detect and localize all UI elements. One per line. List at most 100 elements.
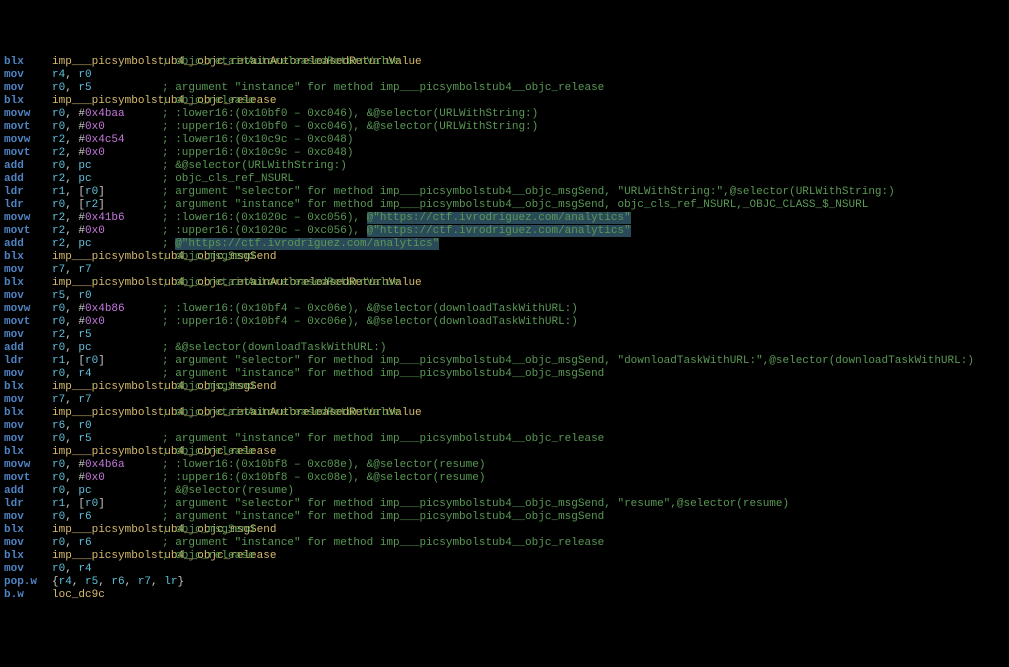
- disasm-line[interactable]: movr6, r0: [4, 420, 1005, 433]
- mnemonic: add: [4, 485, 52, 498]
- mnemonic: mov: [4, 82, 52, 95]
- register: r0: [52, 459, 65, 471]
- mnemonic: mov: [4, 511, 52, 524]
- disasm-line[interactable]: movr7, r7: [4, 264, 1005, 277]
- disasm-line[interactable]: movr0, r4: [4, 563, 1005, 576]
- operands: imp___picsymbolstub4__objc_release: [52, 95, 162, 108]
- comment: ; :lower16:(0x10c9c – 0xc048): [162, 134, 353, 146]
- disasm-line[interactable]: movr0, r5; argument "instance" for metho…: [4, 433, 1005, 446]
- operands: imp___picsymbolstub4__objc_retainAutorel…: [52, 56, 162, 69]
- disasm-line[interactable]: blximp___picsymbolstub4__objc_retainAuto…: [4, 407, 1005, 420]
- punct: , [: [65, 186, 85, 198]
- number-literal: 0x0: [85, 147, 105, 159]
- register: r5: [52, 290, 65, 302]
- mnemonic: mov: [4, 420, 52, 433]
- disasm-line[interactable]: movwr2, #0x41b6; :lower16:(0x1020c – 0xc…: [4, 212, 1005, 225]
- punct: ,: [65, 160, 78, 172]
- punct: ,: [65, 563, 78, 575]
- disasm-line[interactable]: ldrr1, [r0]; argument "selector" for met…: [4, 498, 1005, 511]
- disasm-line[interactable]: addr0, pc; &@selector(URLWithString:): [4, 160, 1005, 173]
- string-literal: @"https://ctf.ivrodriguez.com/analytics": [175, 238, 439, 250]
- disasm-line[interactable]: movwr0, #0x4b6a; :lower16:(0x10bf8 – 0xc…: [4, 459, 1005, 472]
- disasm-line[interactable]: addr2, pc; objc_cls_ref_NSURL: [4, 173, 1005, 186]
- register: r4: [78, 368, 91, 380]
- operands: r0, #0x4b86: [52, 303, 162, 316]
- punct: , #: [65, 134, 85, 146]
- disasm-line[interactable]: movr2, r5: [4, 329, 1005, 342]
- disasm-line[interactable]: blximp___picsymbolstub4__objc_msgSend; o…: [4, 251, 1005, 264]
- punct: , #: [65, 472, 85, 484]
- operands: r0, #0x0: [52, 121, 162, 134]
- disasm-line[interactable]: ldrr1, [r0]; argument "selector" for met…: [4, 186, 1005, 199]
- register: r0: [52, 303, 65, 315]
- mnemonic: ldr: [4, 498, 52, 511]
- mnemonic: movw: [4, 459, 52, 472]
- disasm-line[interactable]: movr0, r6; argument "instance" for metho…: [4, 511, 1005, 524]
- register: r0: [52, 121, 65, 133]
- disasm-line[interactable]: addr2, pc; @"https://ctf.ivrodriguez.com…: [4, 238, 1005, 251]
- register: pc: [78, 485, 91, 497]
- disasm-line[interactable]: b.wloc_dc9c: [4, 589, 1005, 602]
- number-literal: 0x4c54: [85, 134, 125, 146]
- disasm-line[interactable]: pop.w{r4, r5, r6, r7, lr}: [4, 576, 1005, 589]
- punct: , #: [65, 108, 85, 120]
- disasm-line[interactable]: blximp___picsymbolstub4__objc_release; o…: [4, 446, 1005, 459]
- disasm-line[interactable]: movr0, r6; argument "instance" for metho…: [4, 537, 1005, 550]
- disasm-line[interactable]: movwr0, #0x4baa; :lower16:(0x10bf0 – 0xc…: [4, 108, 1005, 121]
- comment: ; argument "instance" for method imp___p…: [162, 433, 604, 445]
- register: r0: [85, 355, 98, 367]
- disasm-line[interactable]: ldrr0, [r2]; argument "instance" for met…: [4, 199, 1005, 212]
- disasm-line[interactable]: addr0, pc; &@selector(resume): [4, 485, 1005, 498]
- disasm-line[interactable]: movtr0, #0x0; :upper16:(0x10bf4 – 0xc06e…: [4, 316, 1005, 329]
- disasm-line[interactable]: movr5, r0: [4, 290, 1005, 303]
- comment: ; :lower16:(0x10bf4 – 0xc06e), &@selecto…: [162, 303, 578, 315]
- register: r0: [78, 69, 91, 81]
- disasm-line[interactable]: blximp___picsymbolstub4__objc_msgSend; o…: [4, 381, 1005, 394]
- disasm-line[interactable]: movtr0, #0x0; :upper16:(0x10bf0 – 0xc046…: [4, 121, 1005, 134]
- mnemonic: mov: [4, 264, 52, 277]
- disasm-line[interactable]: addr0, pc; &@selector(downloadTaskWithUR…: [4, 342, 1005, 355]
- disasm-line[interactable]: movr0, r4; argument "instance" for metho…: [4, 368, 1005, 381]
- operands: r2, r5: [52, 329, 162, 342]
- disasm-line[interactable]: movtr2, #0x0; :upper16:(0x1020c – 0xc056…: [4, 225, 1005, 238]
- disasm-line[interactable]: movwr2, #0x4c54; :lower16:(0x10c9c – 0xc…: [4, 134, 1005, 147]
- comment: ; &@selector(downloadTaskWithURL:): [162, 342, 386, 354]
- punct: , #: [65, 121, 85, 133]
- number-literal: 0x41b6: [85, 212, 125, 224]
- mnemonic: mov: [4, 537, 52, 550]
- comment: ; :upper16:(0x10bf4 – 0xc06e), &@selecto…: [162, 316, 578, 328]
- comment: ; objc_retainAutoreleasedReturnValue: [162, 407, 400, 419]
- disasm-line[interactable]: blximp___picsymbolstub4__objc_release; o…: [4, 95, 1005, 108]
- disasm-line[interactable]: movwr0, #0x4b86; :lower16:(0x10bf4 – 0xc…: [4, 303, 1005, 316]
- disasm-line[interactable]: movtr2, #0x0; :upper16:(0x10c9c – 0xc048…: [4, 147, 1005, 160]
- mnemonic: add: [4, 342, 52, 355]
- punct: , #: [65, 316, 85, 328]
- disasm-line[interactable]: blximp___picsymbolstub4__objc_retainAuto…: [4, 56, 1005, 69]
- punct: , #: [65, 225, 85, 237]
- operands: r0, r4: [52, 368, 162, 381]
- punct: ,: [98, 576, 111, 588]
- disasm-line[interactable]: blximp___picsymbolstub4__objc_msgSend; o…: [4, 524, 1005, 537]
- comment: ; :lower16:(0x1020c – 0xc056),: [162, 212, 367, 224]
- disasm-line[interactable]: movtr0, #0x0; :upper16:(0x10bf8 – 0xc08e…: [4, 472, 1005, 485]
- string-literal: @"https://ctf.ivrodriguez.com/analytics": [367, 212, 631, 224]
- operands: imp___picsymbolstub4__objc_msgSend: [52, 381, 162, 394]
- disasm-line[interactable]: blximp___picsymbolstub4__objc_release; o…: [4, 550, 1005, 563]
- punct: ]: [98, 355, 105, 367]
- punct: ]: [98, 498, 105, 510]
- disasm-line[interactable]: blximp___picsymbolstub4__objc_retainAuto…: [4, 277, 1005, 290]
- register: r2: [85, 199, 98, 211]
- register: r0: [52, 511, 65, 523]
- disassembly-view[interactable]: blximp___picsymbolstub4__objc_retainAuto…: [4, 56, 1005, 602]
- register: r2: [52, 329, 65, 341]
- register: r4: [52, 69, 65, 81]
- register: r5: [85, 576, 98, 588]
- disasm-line[interactable]: movr7, r7: [4, 394, 1005, 407]
- disasm-line[interactable]: movr4, r0: [4, 69, 1005, 82]
- comment: ; argument "instance" for method imp___p…: [162, 511, 604, 523]
- mnemonic: ldr: [4, 199, 52, 212]
- disasm-line[interactable]: movr0, r5; argument "instance" for metho…: [4, 82, 1005, 95]
- operands: r0, r4: [52, 563, 162, 576]
- disasm-line[interactable]: ldrr1, [r0]; argument "selector" for met…: [4, 355, 1005, 368]
- punct: ]: [98, 186, 105, 198]
